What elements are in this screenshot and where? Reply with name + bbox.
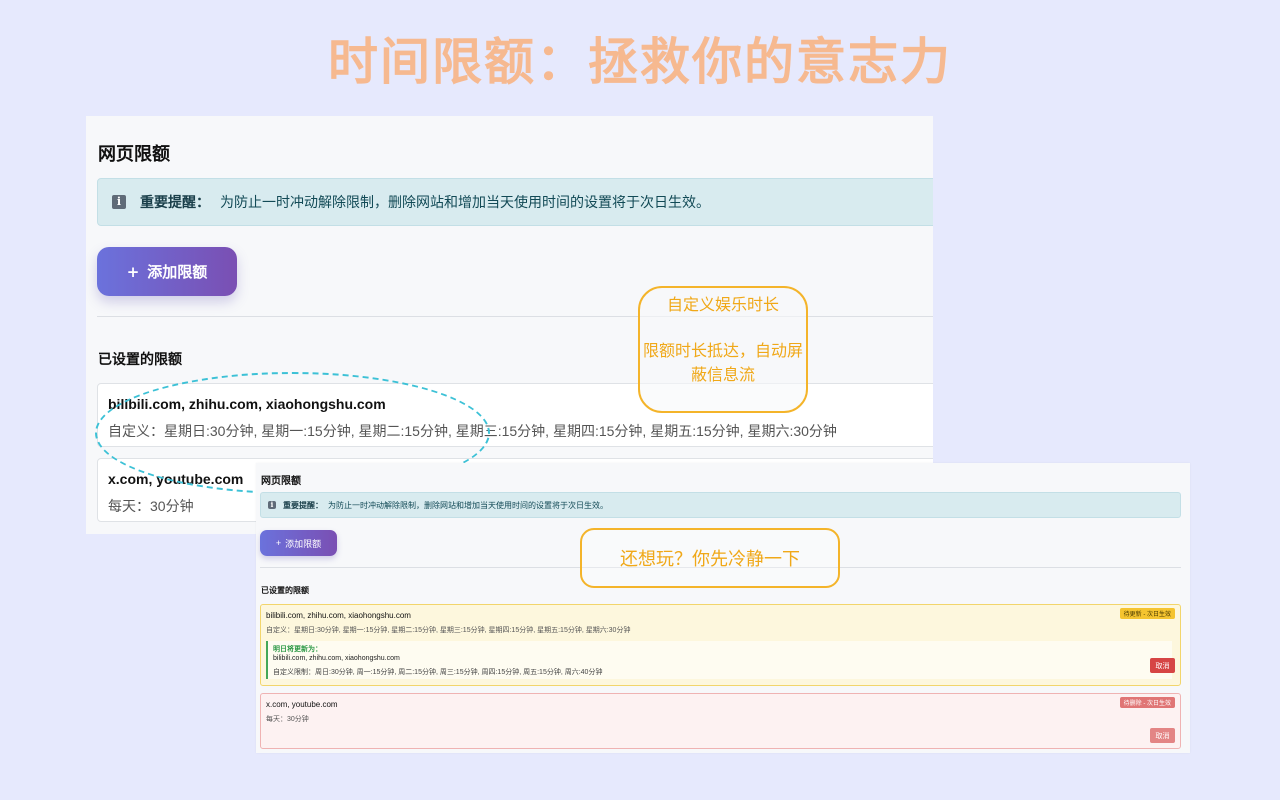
pending-delete-card[interactable]: x.com, youtube.com 每天：30分钟 待删除 - 次日生效 取消 <box>260 693 1181 749</box>
update-schedule: 自定义限制：周日:30分钟, 周一:15分钟, 周二:15分钟, 周三:15分钟… <box>273 667 602 677</box>
reminder-alert: i 重要提醒： 为防止一时冲动解除限制，删除网站和增加当天使用时间的设置将于次日… <box>97 178 933 226</box>
limit-schedule: 每天：30分钟 <box>266 714 309 724</box>
page-title: 网页限额 <box>261 472 301 487</box>
limits-panel-small: 网页限额 i 重要提醒： 为防止一时冲动解除限制，删除网站和增加当天使用时间的设… <box>256 463 1190 753</box>
pending-update-card[interactable]: bilibili.com, zhihu.com, xiaohongshu.com… <box>260 604 1181 686</box>
limit-schedule: 每天：30分钟 <box>108 496 194 516</box>
reminder-alert: i 重要提醒： 为防止一时冲动解除限制，删除网站和增加当天使用时间的设置将于次日… <box>260 492 1181 518</box>
info-icon: i <box>112 195 126 209</box>
plus-icon: + <box>276 538 281 548</box>
limit-domains: bilibili.com, zhihu.com, xiaohongshu.com <box>266 611 411 620</box>
plus-icon: + <box>127 263 140 281</box>
section-title: 已设置的限额 <box>261 585 309 596</box>
alert-label: 重要提醒： <box>140 192 210 212</box>
alert-label: 重要提醒： <box>283 500 323 511</box>
alert-text: 为防止一时冲动解除限制，删除网站和增加当天使用时间的设置将于次日生效。 <box>220 192 710 212</box>
calm-down-note: 还想玩？你先冷静一下 <box>580 528 840 588</box>
limit-domains: x.com, youtube.com <box>108 471 243 487</box>
add-limit-button[interactable]: + 添加限额 <box>260 530 337 556</box>
note-line-2: 限额时长抵达，自动屏蔽信息流 <box>640 340 806 388</box>
status-badge: 待删除 - 次日生效 <box>1120 697 1175 708</box>
page-title: 网页限额 <box>98 140 170 166</box>
alert-text: 为防止一时冲动解除限制，删除网站和增加当天使用时间的设置将于次日生效。 <box>328 500 608 511</box>
limit-domains: bilibili.com, zhihu.com, xiaohongshu.com <box>108 396 386 412</box>
custom-duration-note: 自定义娱乐时长 限额时长抵达，自动屏蔽信息流 <box>638 286 808 413</box>
cancel-button[interactable]: 取消 <box>1150 658 1175 673</box>
add-limit-label: 添加限额 <box>147 261 207 282</box>
limit-schedule: 自定义：星期日:30分钟, 星期一:15分钟, 星期二:15分钟, 星期三:15… <box>108 421 837 441</box>
hero-title: 时间限额：拯救你的意志力 <box>0 22 1280 94</box>
update-preview: 明日将更新为： bilibili.com, zhihu.com, xiaohon… <box>266 641 1172 679</box>
update-domains: bilibili.com, zhihu.com, xiaohongshu.com <box>273 655 400 662</box>
limit-domains: x.com, youtube.com <box>266 700 338 709</box>
cancel-button[interactable]: 取消 <box>1150 728 1175 743</box>
add-limit-label: 添加限额 <box>285 537 321 550</box>
limit-schedule: 自定义：星期日:30分钟, 星期一:15分钟, 星期二:15分钟, 星期三:15… <box>266 625 630 635</box>
add-limit-button[interactable]: + 添加限额 <box>97 247 237 296</box>
info-icon: i <box>268 501 276 509</box>
status-badge: 待更新 - 次日生效 <box>1120 608 1175 619</box>
update-title: 明日将更新为： <box>273 644 322 654</box>
section-title: 已设置的限额 <box>98 349 182 369</box>
note-line-1: 自定义娱乐时长 <box>640 294 806 318</box>
